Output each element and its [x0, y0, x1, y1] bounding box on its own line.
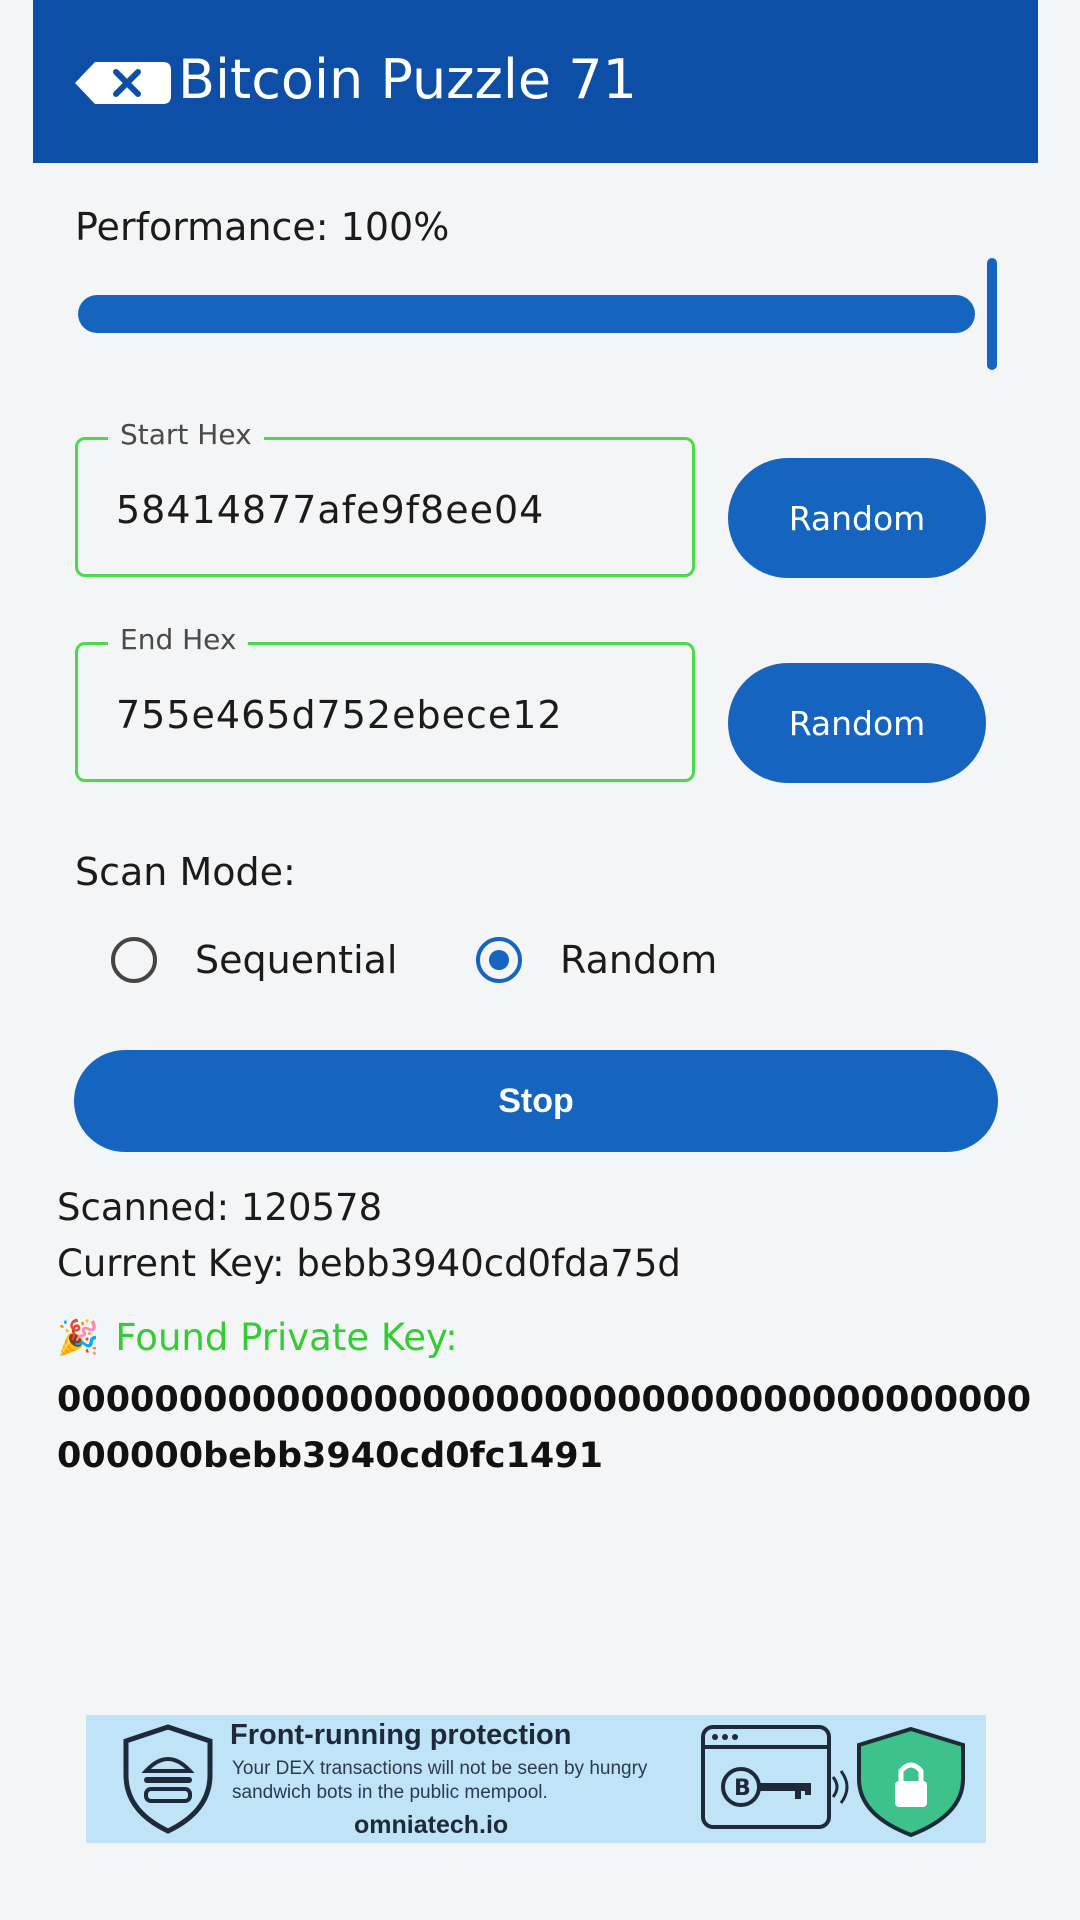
shield-burger-icon	[123, 1724, 213, 1834]
scanned-count: Scanned: 120578	[57, 1186, 383, 1229]
stop-button[interactable]: Stop	[74, 1050, 998, 1152]
end-hex-label: End Hex	[108, 623, 249, 656]
bitcoin-key-lock-icon: B	[701, 1725, 965, 1838]
slider-track	[78, 295, 975, 333]
slider-thumb[interactable]	[987, 258, 997, 370]
page-title: Bitcoin Puzzle 71	[178, 48, 637, 111]
backspace-icon[interactable]	[73, 58, 173, 108]
end-hex-input[interactable]: 755e465d752ebece12	[116, 693, 563, 737]
svg-text:B: B	[734, 1776, 751, 1801]
start-hex-field[interactable]: Start Hex 58414877afe9f8ee04	[75, 418, 695, 577]
radio-checked-icon[interactable]	[476, 937, 522, 983]
radio-random-label[interactable]: Random	[560, 938, 717, 982]
found-private-key: 0000000000000000000000000000000000000000…	[57, 1380, 1032, 1476]
current-key: Current Key: bebb3940cd0fda75d	[57, 1242, 681, 1285]
performance-slider[interactable]	[75, 258, 1000, 378]
radio-sequential[interactable]: Sequential	[111, 930, 397, 990]
party-popper-icon: 🎉	[57, 1317, 100, 1358]
found-label: 🎉 Found Private Key:	[57, 1316, 458, 1359]
start-hex-label: Start Hex	[108, 418, 264, 451]
radio-unchecked-icon[interactable]	[111, 937, 157, 983]
app-bar: Bitcoin Puzzle 71	[33, 0, 1038, 163]
found-label-text: Found Private Key:	[115, 1316, 458, 1359]
start-random-button[interactable]: Random	[728, 458, 986, 578]
end-hex-field[interactable]: End Hex 755e465d752ebece12	[75, 623, 695, 782]
ad-title: Front-running protection	[230, 1719, 572, 1751]
radio-sequential-label[interactable]: Sequential	[195, 938, 397, 982]
radio-random[interactable]: Random	[476, 930, 717, 990]
ad-banner[interactable]: Front-running protection Your DEX transa…	[86, 1715, 986, 1843]
end-random-button[interactable]: Random	[728, 663, 986, 783]
start-hex-input[interactable]: 58414877afe9f8ee04	[116, 488, 544, 532]
ad-domain[interactable]: omniatech.io	[354, 1811, 508, 1840]
performance-label: Performance: 100%	[75, 205, 450, 249]
ad-body: Your DEX transactions will not be seen b…	[232, 1758, 648, 1803]
scan-mode-label: Scan Mode:	[75, 850, 296, 894]
